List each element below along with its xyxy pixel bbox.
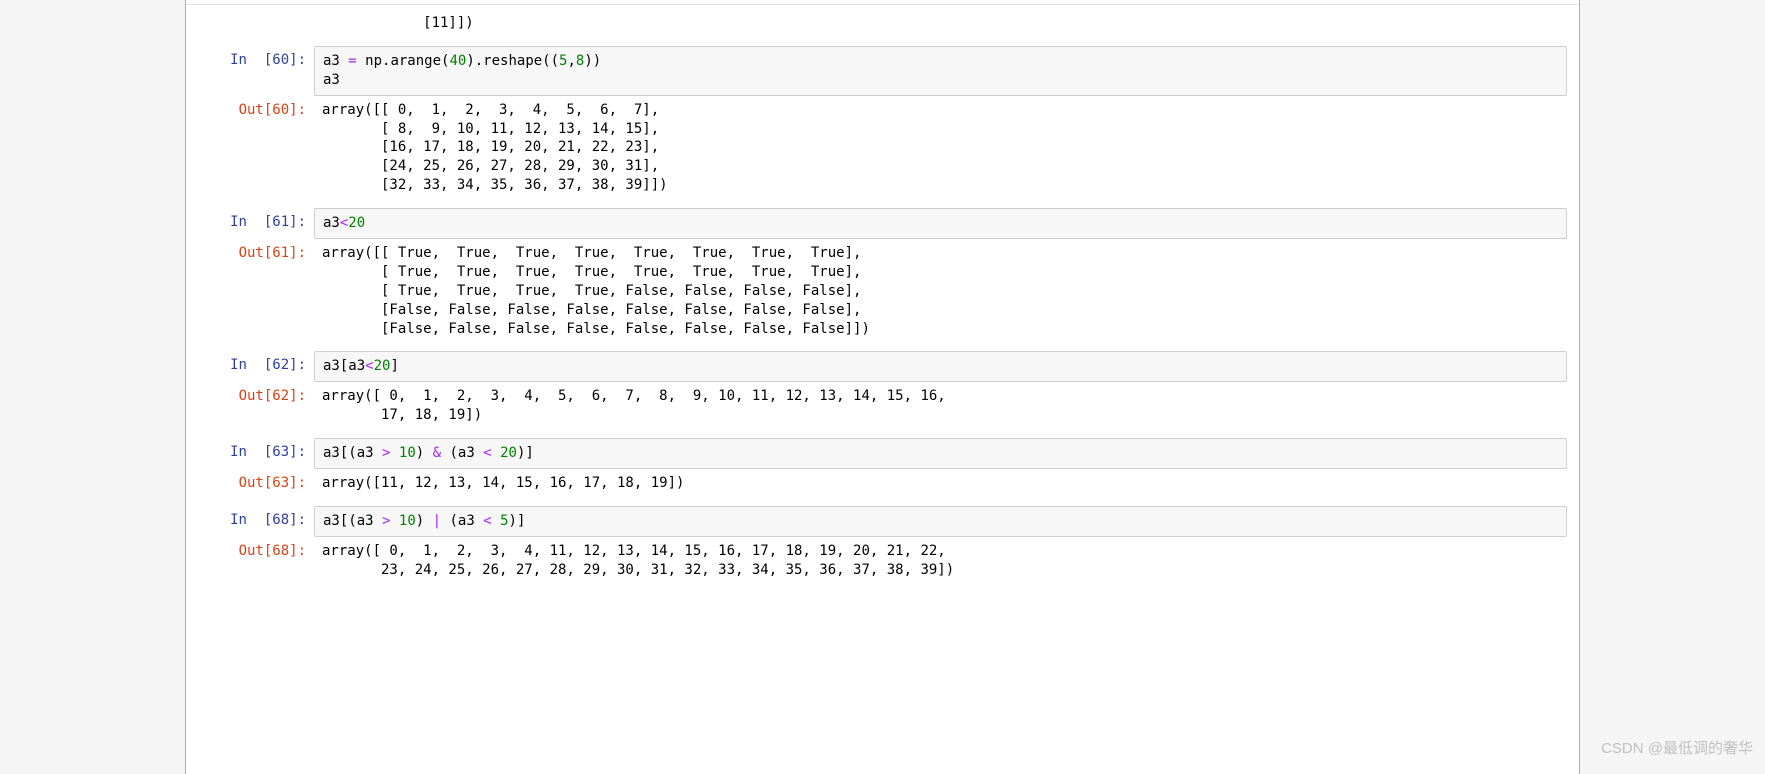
cell-out-fragment: [11]]): [186, 5, 1579, 42]
out-prompt-fragment: [186, 9, 314, 15]
code-input-61[interactable]: a3<20: [314, 208, 1567, 239]
cell-62: In [62]: a3[a3<20] Out[62]: array([ 0, 1…: [186, 347, 1579, 434]
in-prompt-62: In [62]:: [186, 351, 314, 373]
notebook-container: [11]]) In [60]: a3 = np.arange(40).resha…: [185, 0, 1580, 774]
code-input-60[interactable]: a3 = np.arange(40).reshape((5,8)) a3: [314, 46, 1567, 96]
out-prompt-68: Out[68]:: [186, 537, 314, 559]
out-prompt-60: Out[60]:: [186, 96, 314, 118]
cell-60: In [60]: a3 = np.arange(40).reshape((5,8…: [186, 42, 1579, 204]
out-content-61: array([[ True, True, True, True, True, T…: [314, 239, 1567, 343]
code-input-63[interactable]: a3[(a3 > 10) & (a3 < 20)]: [314, 438, 1567, 469]
code-input-62[interactable]: a3[a3<20]: [314, 351, 1567, 382]
in-prompt-68: In [68]:: [186, 506, 314, 528]
out-content-fragment: [11]]): [314, 9, 1567, 38]
out-content-68: array([ 0, 1, 2, 3, 4, 11, 12, 13, 14, 1…: [314, 537, 1567, 585]
out-content-60: array([[ 0, 1, 2, 3, 4, 5, 6, 7], [ 8, 9…: [314, 96, 1567, 200]
out-content-62: array([ 0, 1, 2, 3, 4, 5, 6, 7, 8, 9, 10…: [314, 382, 1567, 430]
in-prompt-60: In [60]:: [186, 46, 314, 68]
page: [11]]) In [60]: a3 = np.arange(40).resha…: [0, 0, 1765, 774]
cell-68: In [68]: a3[(a3 > 10) | (a3 < 5)] Out[68…: [186, 502, 1579, 589]
out-content-63: array([11, 12, 13, 14, 15, 16, 17, 18, 1…: [314, 469, 1567, 498]
in-prompt-61: In [61]:: [186, 208, 314, 230]
out-prompt-62: Out[62]:: [186, 382, 314, 404]
out-prompt-61: Out[61]:: [186, 239, 314, 261]
cell-63: In [63]: a3[(a3 > 10) & (a3 < 20)] Out[6…: [186, 434, 1579, 502]
in-prompt-63: In [63]:: [186, 438, 314, 460]
out-prompt-63: Out[63]:: [186, 469, 314, 491]
cell-61: In [61]: a3<20 Out[61]: array([[ True, T…: [186, 204, 1579, 347]
code-input-68[interactable]: a3[(a3 > 10) | (a3 < 5)]: [314, 506, 1567, 537]
